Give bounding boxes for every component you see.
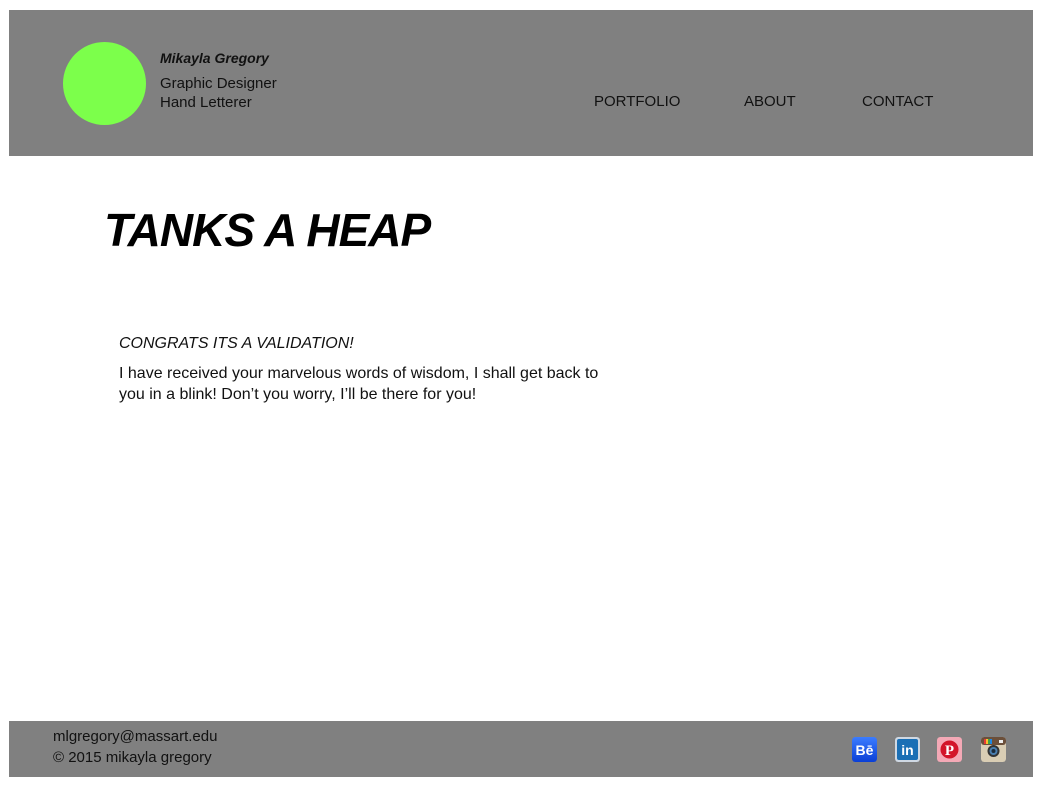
logo-circle[interactable] (63, 42, 146, 125)
site-owner-name: Mikayla Gregory (160, 50, 269, 66)
nav-contact[interactable]: CONTACT (862, 93, 933, 110)
site-header: Mikayla Gregory Graphic Designer Hand Le… (9, 10, 1033, 156)
page-title: TANKS A HEAP (104, 204, 431, 256)
behance-icon[interactable]: Bē (852, 737, 877, 762)
pinterest-icon[interactable]: P (937, 737, 962, 762)
footer-email-link[interactable]: mlgregory@massart.edu (53, 728, 217, 745)
svg-text:P: P (945, 743, 954, 759)
role-hand-letterer: Hand Letterer (160, 94, 252, 111)
confirmation-message: I have received your marvelous words of … (119, 365, 599, 403)
nav-about[interactable]: ABOUT (744, 93, 796, 110)
nav-portfolio[interactable]: PORTFOLIO (594, 93, 680, 110)
linkedin-icon[interactable]: in (895, 737, 920, 762)
svg-text:in: in (901, 742, 913, 758)
svg-text:Bē: Bē (856, 742, 874, 758)
site-footer: mlgregory@massart.edu © 2015 mikayla gre… (9, 721, 1033, 777)
footer-copyright: © 2015 mikayla gregory (53, 749, 212, 766)
confirmation-heading: CONGRATS ITS A VALIDATION! (119, 335, 354, 352)
role-graphic-designer: Graphic Designer (160, 75, 277, 92)
instagram-icon[interactable] (981, 737, 1006, 762)
